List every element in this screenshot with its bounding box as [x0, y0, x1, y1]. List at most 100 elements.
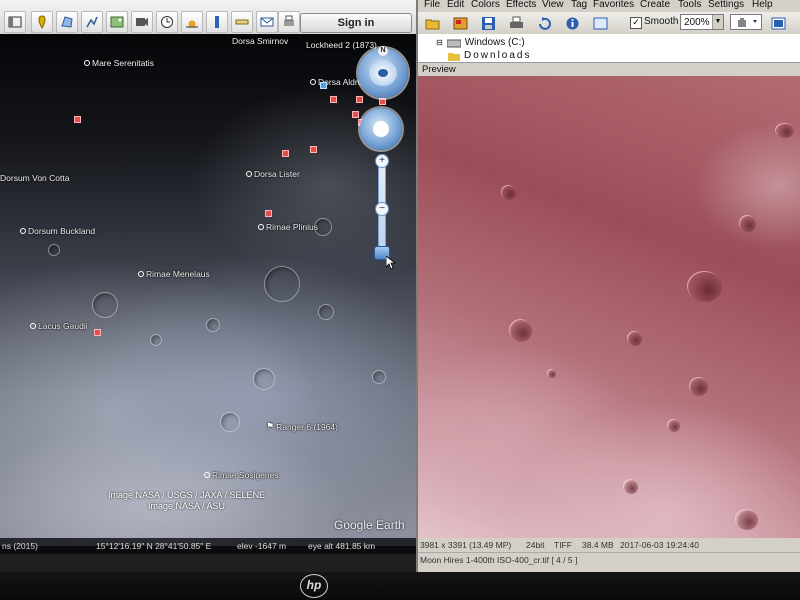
- place-label[interactable]: Lockheed 2 (1873): [306, 40, 377, 50]
- rotate-icon[interactable]: [536, 15, 552, 31]
- map-marker[interactable]: [282, 150, 289, 157]
- print-icon[interactable]: [508, 15, 524, 31]
- map-marker[interactable]: [94, 329, 101, 336]
- map-marker[interactable]: [330, 96, 337, 103]
- browse-icon[interactable]: [452, 15, 468, 31]
- historical-imagery-icon[interactable]: [156, 11, 178, 33]
- crater: [253, 368, 275, 390]
- google-earth-window: Sign in Dorsa Smirnov Mare Serenitatis L…: [0, 0, 416, 572]
- hand-icon: [373, 121, 389, 137]
- sun-icon[interactable]: [181, 11, 203, 33]
- menu-file[interactable]: File: [424, 0, 440, 10]
- map-marker[interactable]: [265, 210, 272, 217]
- crater: [510, 320, 532, 342]
- open-folder-icon[interactable]: [424, 15, 440, 31]
- map-marker[interactable]: [356, 96, 363, 103]
- google-earth-bottom-bar: [0, 554, 416, 572]
- place-icon: [204, 472, 210, 478]
- moon-map-view[interactable]: Dorsa Smirnov Mare Serenitatis Lockheed …: [0, 34, 416, 546]
- map-marker[interactable]: [320, 82, 327, 89]
- menu-create[interactable]: Create: [640, 0, 670, 10]
- place-label[interactable]: Lacus Gaudii: [30, 321, 88, 331]
- folder-tree[interactable]: ⊟ Windows (C:) Downloads: [418, 34, 800, 63]
- crater: [372, 370, 386, 384]
- north-icon[interactable]: N: [378, 46, 388, 56]
- ruler-icon[interactable]: [231, 11, 253, 33]
- filename-status-bar: Moon Hires 1-400th ISO-400_cr.tif [ 4 / …: [418, 552, 800, 567]
- map-marker[interactable]: [352, 111, 359, 118]
- place-label[interactable]: Rimae Sosigenes: [204, 470, 279, 480]
- monitor-bezel: [0, 572, 800, 600]
- menu-tools[interactable]: Tools: [678, 0, 701, 10]
- smooth-checkbox[interactable]: ✓: [630, 17, 642, 29]
- crater: [628, 332, 642, 346]
- hand-icon: [738, 18, 757, 27]
- place-label[interactable]: Dorsa Lister: [246, 169, 300, 179]
- path-icon[interactable]: [81, 11, 103, 33]
- zoom-in-button[interactable]: +: [375, 154, 389, 168]
- place-label[interactable]: Dorsa Smirnov: [232, 36, 288, 46]
- crater: [776, 124, 794, 138]
- planets-icon[interactable]: [206, 11, 228, 33]
- sidebar-toggle-icon[interactable]: [4, 11, 26, 33]
- mouse-mode-select[interactable]: [730, 14, 762, 30]
- place-label[interactable]: Mare Serenitatis: [84, 58, 154, 68]
- polygon-icon[interactable]: [56, 11, 78, 33]
- move-navigation-control[interactable]: [360, 108, 402, 150]
- tree-item-drive[interactable]: ⊟ Windows (C:): [436, 37, 525, 48]
- menu-effects[interactable]: Effects: [506, 0, 536, 10]
- look-joystick[interactable]: [369, 60, 397, 86]
- place-label[interactable]: Rimae Menelaus: [138, 269, 210, 279]
- file-name: Moon Hires 1-400th ISO-400_cr.tif [ 4 / …: [420, 555, 578, 565]
- expand-icon[interactable]: ⊟: [436, 38, 443, 47]
- print-icon[interactable]: [278, 11, 300, 33]
- place-label[interactable]: Dorsum Von Cotta: [0, 173, 69, 183]
- menu-settings[interactable]: Settings: [708, 0, 744, 10]
- file-date: 2017-06-03 19:24:40: [620, 540, 699, 550]
- moon-photo-preview[interactable]: [418, 76, 800, 538]
- slideshow-icon[interactable]: [770, 15, 786, 31]
- crater: [206, 318, 220, 332]
- menu-colors[interactable]: Colors: [471, 0, 500, 10]
- zoom-out-button[interactable]: −: [375, 202, 389, 216]
- crater: [736, 510, 758, 530]
- place-icon: [310, 79, 316, 85]
- menu-help[interactable]: Help: [752, 0, 773, 10]
- bit-depth: 24bit: [526, 540, 545, 550]
- crater: [220, 412, 240, 432]
- file-format: TIFF: [554, 540, 572, 550]
- place-label[interactable]: Rimae Plinius: [258, 222, 318, 232]
- chevron-down-icon[interactable]: ▼: [712, 15, 723, 29]
- look-navigation-control[interactable]: N: [358, 46, 408, 98]
- map-marker[interactable]: [310, 146, 317, 153]
- zoom-select[interactable]: 200% ▼: [680, 14, 724, 30]
- place-icon: [30, 323, 36, 329]
- menu-edit[interactable]: Edit: [447, 0, 464, 10]
- google-earth-toolbar: Sign in: [0, 0, 416, 35]
- image-overlay-icon[interactable]: [106, 11, 128, 33]
- tree-item-folder[interactable]: Downloads: [448, 50, 531, 61]
- place-label[interactable]: Dorsum Buckland: [20, 226, 95, 236]
- fullscreen-icon[interactable]: [592, 15, 608, 31]
- map-marker[interactable]: [379, 98, 386, 105]
- save-icon[interactable]: [480, 15, 496, 31]
- map-marker[interactable]: [74, 116, 81, 123]
- crater: [150, 334, 162, 346]
- crater: [92, 292, 118, 318]
- crater: [48, 244, 60, 256]
- image-info-status-bar: 3981 x 3391 (13.49 MP) 24bit TIFF 38.4 M…: [418, 538, 800, 552]
- info-icon[interactable]: [564, 15, 580, 31]
- menu-view[interactable]: View: [542, 0, 564, 10]
- crater: [264, 266, 300, 302]
- placemark-icon[interactable]: [31, 11, 53, 33]
- record-tour-icon[interactable]: [131, 11, 153, 33]
- menu-favorites[interactable]: Favorites: [593, 0, 634, 10]
- sign-in-button[interactable]: Sign in: [300, 13, 412, 33]
- status-left-text: ns (2015): [2, 541, 38, 551]
- menu-tag[interactable]: Tag: [571, 0, 587, 10]
- email-icon[interactable]: [256, 11, 278, 33]
- desktop-screen: Sign in Dorsa Smirnov Mare Serenitatis L…: [0, 0, 800, 572]
- eye-icon: [378, 69, 388, 77]
- flag-icon: ⚑: [266, 421, 275, 431]
- place-label[interactable]: ⚑ Ranger 6 (1964): [266, 421, 338, 432]
